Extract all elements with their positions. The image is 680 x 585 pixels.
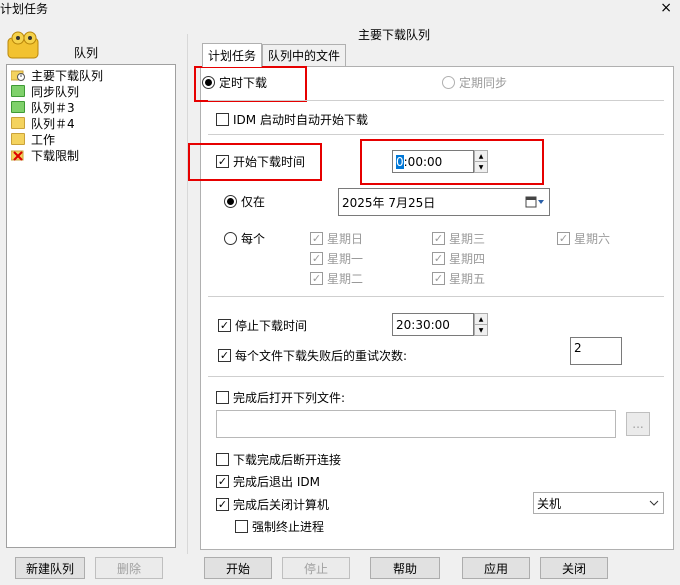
queue-list[interactable]: 主要下载队列 同步队列 队列＃3 队列＃4 工作 下载限制: [6, 64, 176, 548]
browse-button[interactable]: ...: [626, 412, 650, 436]
day-sunday-checkbox[interactable]: ✓ 星期日: [310, 230, 363, 247]
day-label: 星期三: [449, 232, 486, 246]
divider: [208, 100, 664, 101]
queue-item-work[interactable]: 工作: [11, 131, 55, 147]
stop-time-label: 停止下载时间: [235, 319, 308, 333]
periodic-sync-label: 定期同步: [459, 76, 508, 90]
apply-button[interactable]: 应用: [462, 557, 530, 579]
queue-item-main[interactable]: 主要下载队列: [10, 66, 104, 84]
only-on-label: 仅在: [241, 195, 266, 209]
start-on-launch-label: IDM 启动时自动开始下载: [233, 113, 368, 127]
disconnect-checkbox[interactable]: 下载完成后断开连接: [216, 451, 341, 468]
day-monday-checkbox[interactable]: ✓ 星期一: [310, 250, 363, 267]
divider: [208, 134, 664, 135]
day-tuesday-checkbox[interactable]: ✓ 星期二: [310, 270, 363, 287]
limit-icon: [10, 149, 25, 161]
day-label: 星期四: [449, 252, 486, 266]
shutdown-label: 完成后关闭计算机: [233, 498, 330, 512]
folder-icon: [11, 133, 25, 145]
queue-item-label: 队列＃4: [31, 116, 75, 131]
start-button[interactable]: 开始: [204, 557, 272, 579]
close-button[interactable]: 关闭: [540, 557, 608, 579]
exit-idm-label: 完成后退出 IDM: [233, 475, 320, 489]
chevron-down-icon: [649, 500, 659, 506]
queue-header: 队列: [74, 46, 99, 60]
queue-item-label: 下载限制: [31, 148, 80, 163]
folder-icon: [11, 117, 25, 129]
queue-item-4[interactable]: 队列＃4: [11, 115, 75, 131]
day-label: 星期日: [327, 232, 364, 246]
main-queue-icon: [10, 69, 25, 81]
periodic-sync-radio[interactable]: 定期同步: [442, 74, 507, 91]
force-terminate-label: 强制终止进程: [252, 520, 325, 534]
start-on-launch-checkbox[interactable]: IDM 启动时自动开始下载: [216, 111, 368, 128]
force-terminate-checkbox[interactable]: 强制终止进程: [235, 518, 324, 535]
date-value: 2025年 7月25日: [342, 195, 436, 210]
retry-checkbox[interactable]: ✓ 每个文件下载失败后的重试次数:: [218, 347, 407, 364]
day-label: 星期一: [327, 252, 364, 266]
day-saturday-checkbox[interactable]: ✓ 星期六: [557, 230, 610, 247]
highlight-timed-download: [194, 66, 307, 102]
tab-queue-files[interactable]: 队列中的文件: [262, 44, 347, 66]
open-file-path-input[interactable]: [216, 410, 616, 438]
divider: [208, 376, 664, 377]
new-queue-button[interactable]: 新建队列: [15, 557, 85, 579]
queue-item-3[interactable]: 队列＃3: [11, 99, 75, 115]
day-label: 星期六: [574, 232, 611, 246]
divider: [208, 296, 664, 297]
every-label: 每个: [241, 232, 266, 246]
stop-time-spinner[interactable]: ▲ ▼: [474, 313, 488, 336]
green-folder-icon: [11, 85, 25, 97]
stop-button[interactable]: 停止: [282, 557, 350, 579]
highlight-start-time: [188, 143, 322, 181]
queue-item-limit[interactable]: 下载限制: [10, 147, 80, 163]
open-file-checkbox[interactable]: 完成后打开下列文件:: [216, 389, 345, 406]
queue-item-label: 主要下载队列: [31, 66, 104, 84]
close-icon[interactable]: ×: [660, 0, 672, 16]
every-radio[interactable]: 每个: [224, 230, 265, 247]
panel-divider: [187, 34, 188, 554]
disconnect-label: 下载完成后断开连接: [233, 453, 342, 467]
shutdown-checkbox[interactable]: ✓ 完成后关闭计算机: [216, 496, 329, 513]
delete-queue-button[interactable]: 删除: [95, 557, 163, 579]
queue-title: 主要下载队列: [358, 28, 431, 42]
stop-time-checkbox[interactable]: ✓ 停止下载时间: [218, 317, 307, 334]
day-friday-checkbox[interactable]: ✓ 星期五: [432, 270, 485, 287]
day-wednesday-checkbox[interactable]: ✓ 星期三: [432, 230, 485, 247]
shutdown-option-select[interactable]: 关机: [533, 492, 664, 514]
highlight-start-time-field: [360, 139, 544, 185]
help-button[interactable]: 帮助: [370, 557, 440, 579]
queue-item-label: 同步队列: [31, 84, 80, 99]
retry-label: 每个文件下载失败后的重试次数:: [235, 349, 408, 363]
day-label: 星期二: [327, 272, 364, 286]
queue-item-sync[interactable]: 同步队列: [11, 83, 79, 99]
stop-time-value: 20:30:00: [396, 317, 450, 332]
exit-idm-checkbox[interactable]: ✓ 完成后退出 IDM: [216, 473, 320, 490]
stop-time-field[interactable]: 20:30:00: [392, 313, 474, 336]
calendar-dropdown-icon[interactable]: [525, 196, 545, 208]
green-folder-icon: [11, 101, 25, 113]
shutdown-option-value: 关机: [537, 496, 562, 511]
queue-item-label: 工作: [31, 132, 56, 147]
day-thursday-checkbox[interactable]: ✓ 星期四: [432, 250, 485, 267]
idm-logo-icon: [7, 31, 39, 59]
date-picker[interactable]: 2025年 7月25日: [338, 188, 550, 216]
tab-schedule[interactable]: 计划任务: [202, 43, 263, 67]
day-label: 星期五: [449, 272, 486, 286]
only-on-radio[interactable]: 仅在: [224, 193, 265, 210]
retry-count-value: 2: [574, 341, 582, 355]
queue-item-label: 队列＃3: [31, 100, 75, 115]
retry-count-field[interactable]: 2: [570, 337, 622, 365]
window-title: 计划任务: [0, 2, 49, 16]
open-file-label: 完成后打开下列文件:: [233, 391, 346, 405]
